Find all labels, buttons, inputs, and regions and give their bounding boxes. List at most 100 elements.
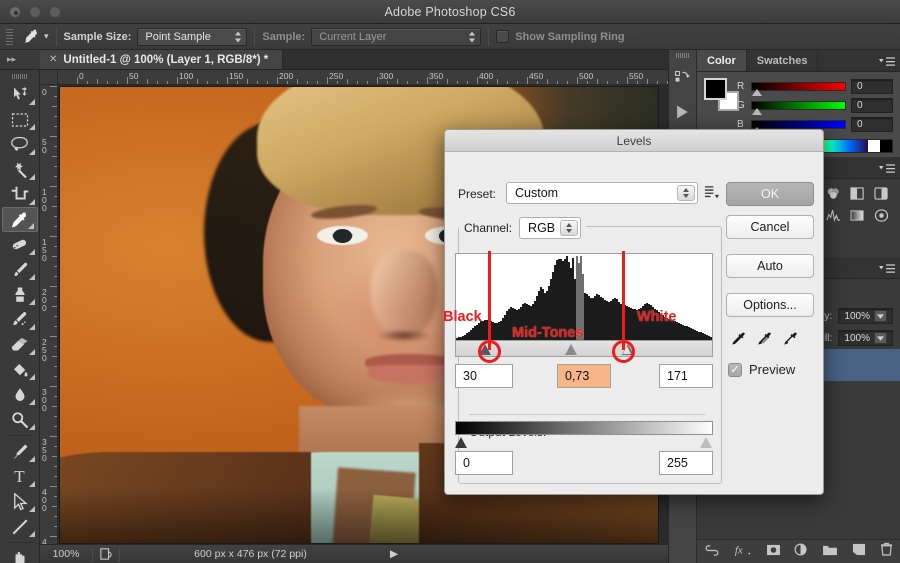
input-black-field[interactable]: 30 xyxy=(455,364,513,388)
tab-color[interactable]: Color xyxy=(697,50,747,71)
marquee-tool[interactable] xyxy=(2,107,38,132)
input-white-field[interactable]: 171 xyxy=(659,364,713,388)
status-menu-icon[interactable]: ▶ xyxy=(381,548,407,560)
add-layer-mask-icon[interactable] xyxy=(766,543,781,561)
new-adjustment-layer-icon[interactable] xyxy=(794,543,808,561)
input-gamma-slider[interactable] xyxy=(564,344,578,355)
tab-swatches[interactable]: Swatches xyxy=(747,50,819,71)
sample-select[interactable]: Current Layer xyxy=(311,27,482,46)
actions-icon[interactable] xyxy=(669,95,695,129)
color-balance-icon[interactable] xyxy=(847,184,867,202)
fill-dropdown-icon[interactable] xyxy=(874,332,887,344)
channel-select[interactable]: RGB xyxy=(519,217,582,239)
output-levels-gradient[interactable] xyxy=(455,421,713,435)
zoom-level[interactable]: 100% xyxy=(40,548,92,560)
line-tool[interactable] xyxy=(2,514,38,539)
threshold-icon[interactable] xyxy=(823,206,843,224)
options-bar-grip[interactable] xyxy=(6,28,13,45)
value-g[interactable]: 0 xyxy=(851,98,893,113)
history-brush-tool[interactable] xyxy=(2,307,38,332)
input-gamma-field[interactable]: 0,73 xyxy=(557,364,611,388)
eyedropper-icon[interactable] xyxy=(18,26,44,48)
opacity-field[interactable]: 100% xyxy=(838,308,893,324)
close-document-icon[interactable]: ✕ xyxy=(49,54,57,65)
panel-menu-icon-2[interactable] xyxy=(879,162,895,173)
crop-tool[interactable] xyxy=(2,182,38,207)
tool-more-triangle-icon-9 xyxy=(28,299,35,305)
strip-grip[interactable] xyxy=(669,50,696,61)
auto-button[interactable]: Auto xyxy=(726,254,814,278)
ok-button[interactable]: OK xyxy=(726,182,814,206)
panel-menu-icon-3[interactable] xyxy=(879,262,895,273)
path-selection-tool[interactable] xyxy=(2,489,38,514)
brush-tool[interactable] xyxy=(2,257,38,282)
hue-saturation-icon[interactable] xyxy=(823,184,843,202)
preview-row[interactable]: ✓ Preview xyxy=(728,362,795,377)
ruler-tick-h xyxy=(397,79,398,84)
ramp-knob-r[interactable] xyxy=(752,89,762,96)
pen-tool[interactable] xyxy=(2,439,38,464)
eraser-tool[interactable] xyxy=(2,332,38,357)
output-white-slider[interactable] xyxy=(700,437,713,448)
channel-stepper-icon[interactable] xyxy=(560,220,579,236)
fill-field[interactable]: 100% xyxy=(838,330,893,346)
panel-menu-icon[interactable] xyxy=(879,55,895,66)
preset-stepper-icon[interactable] xyxy=(677,185,695,201)
layer-style-fx-icon[interactable]: fx xyxy=(734,543,752,561)
clone-stamp-tool[interactable] xyxy=(2,282,38,307)
dodge-tool[interactable] xyxy=(2,407,38,432)
move-tool[interactable] xyxy=(2,82,38,107)
history-icon[interactable] xyxy=(669,61,695,95)
color-slider-r[interactable]: R 0 xyxy=(737,79,893,96)
ruler-tick-v xyxy=(54,266,57,267)
output-black-slider[interactable] xyxy=(455,437,468,448)
healing-brush-tool[interactable] xyxy=(2,232,38,257)
new-group-icon[interactable] xyxy=(822,543,838,561)
black-white-icon[interactable] xyxy=(871,184,891,202)
value-r[interactable]: 0 xyxy=(851,79,893,94)
document-thumbnail-icon[interactable] xyxy=(93,548,119,560)
preset-options-icon[interactable] xyxy=(704,185,719,205)
set-white-point-eyedropper[interactable] xyxy=(780,330,802,350)
magic-wand-tool[interactable] xyxy=(2,157,38,182)
eyedropper-tool[interactable] xyxy=(1,207,38,232)
color-swatches[interactable] xyxy=(704,78,739,111)
type-tool[interactable]: T xyxy=(2,464,38,489)
lasso-tool[interactable] xyxy=(2,132,38,157)
show-sampling-ring-checkbox[interactable] xyxy=(496,30,510,43)
ruler-tick-v xyxy=(54,216,57,217)
document-tab[interactable]: ✕ Untitled-1 @ 100% (Layer 1, RGB/8*) * xyxy=(40,50,284,69)
ramp-knob-g[interactable] xyxy=(752,108,762,115)
color-slider-g[interactable]: G 0 xyxy=(737,98,893,115)
preview-checkbox[interactable]: ✓ xyxy=(728,362,742,377)
tools-panel-grip[interactable] xyxy=(0,70,39,82)
output-black-field[interactable]: 0 xyxy=(455,451,513,475)
hand-tool[interactable] xyxy=(2,546,38,563)
ramp-r[interactable] xyxy=(751,82,846,96)
set-black-point-eyedropper[interactable] xyxy=(728,330,750,350)
value-b[interactable]: 0 xyxy=(851,117,893,132)
new-layer-icon[interactable] xyxy=(852,543,866,561)
ruler-tick-label-v: 150 xyxy=(42,237,47,263)
delete-layer-icon[interactable] xyxy=(880,542,893,561)
options-button[interactable]: Options... xyxy=(726,293,814,317)
set-gray-point-eyedropper[interactable] xyxy=(754,330,776,350)
sample-size-select[interactable]: Point Sample xyxy=(137,27,248,46)
blur-tool[interactable] xyxy=(2,382,38,407)
ramp-g[interactable] xyxy=(751,101,846,115)
expand-dock-button[interactable]: ▸▸ xyxy=(0,50,40,69)
ruler-tick-v xyxy=(50,536,57,537)
paint-bucket-tool[interactable] xyxy=(2,357,38,382)
preset-select[interactable]: Custom xyxy=(506,182,698,204)
svg-text:fx: fx xyxy=(735,544,743,555)
opacity-dropdown-icon[interactable] xyxy=(874,310,887,322)
selective-color-icon[interactable] xyxy=(871,206,891,224)
output-white-field[interactable]: 255 xyxy=(659,451,713,475)
link-layers-icon[interactable] xyxy=(704,543,720,561)
gradient-map-icon[interactable] xyxy=(847,206,867,224)
ramp-b[interactable] xyxy=(751,120,846,134)
input-levels-histogram[interactable] xyxy=(455,253,713,341)
tool-preset-chevron-icon[interactable]: ▾ xyxy=(44,31,49,42)
foreground-color-swatch[interactable] xyxy=(704,78,727,100)
cancel-button[interactable]: Cancel xyxy=(726,215,814,239)
